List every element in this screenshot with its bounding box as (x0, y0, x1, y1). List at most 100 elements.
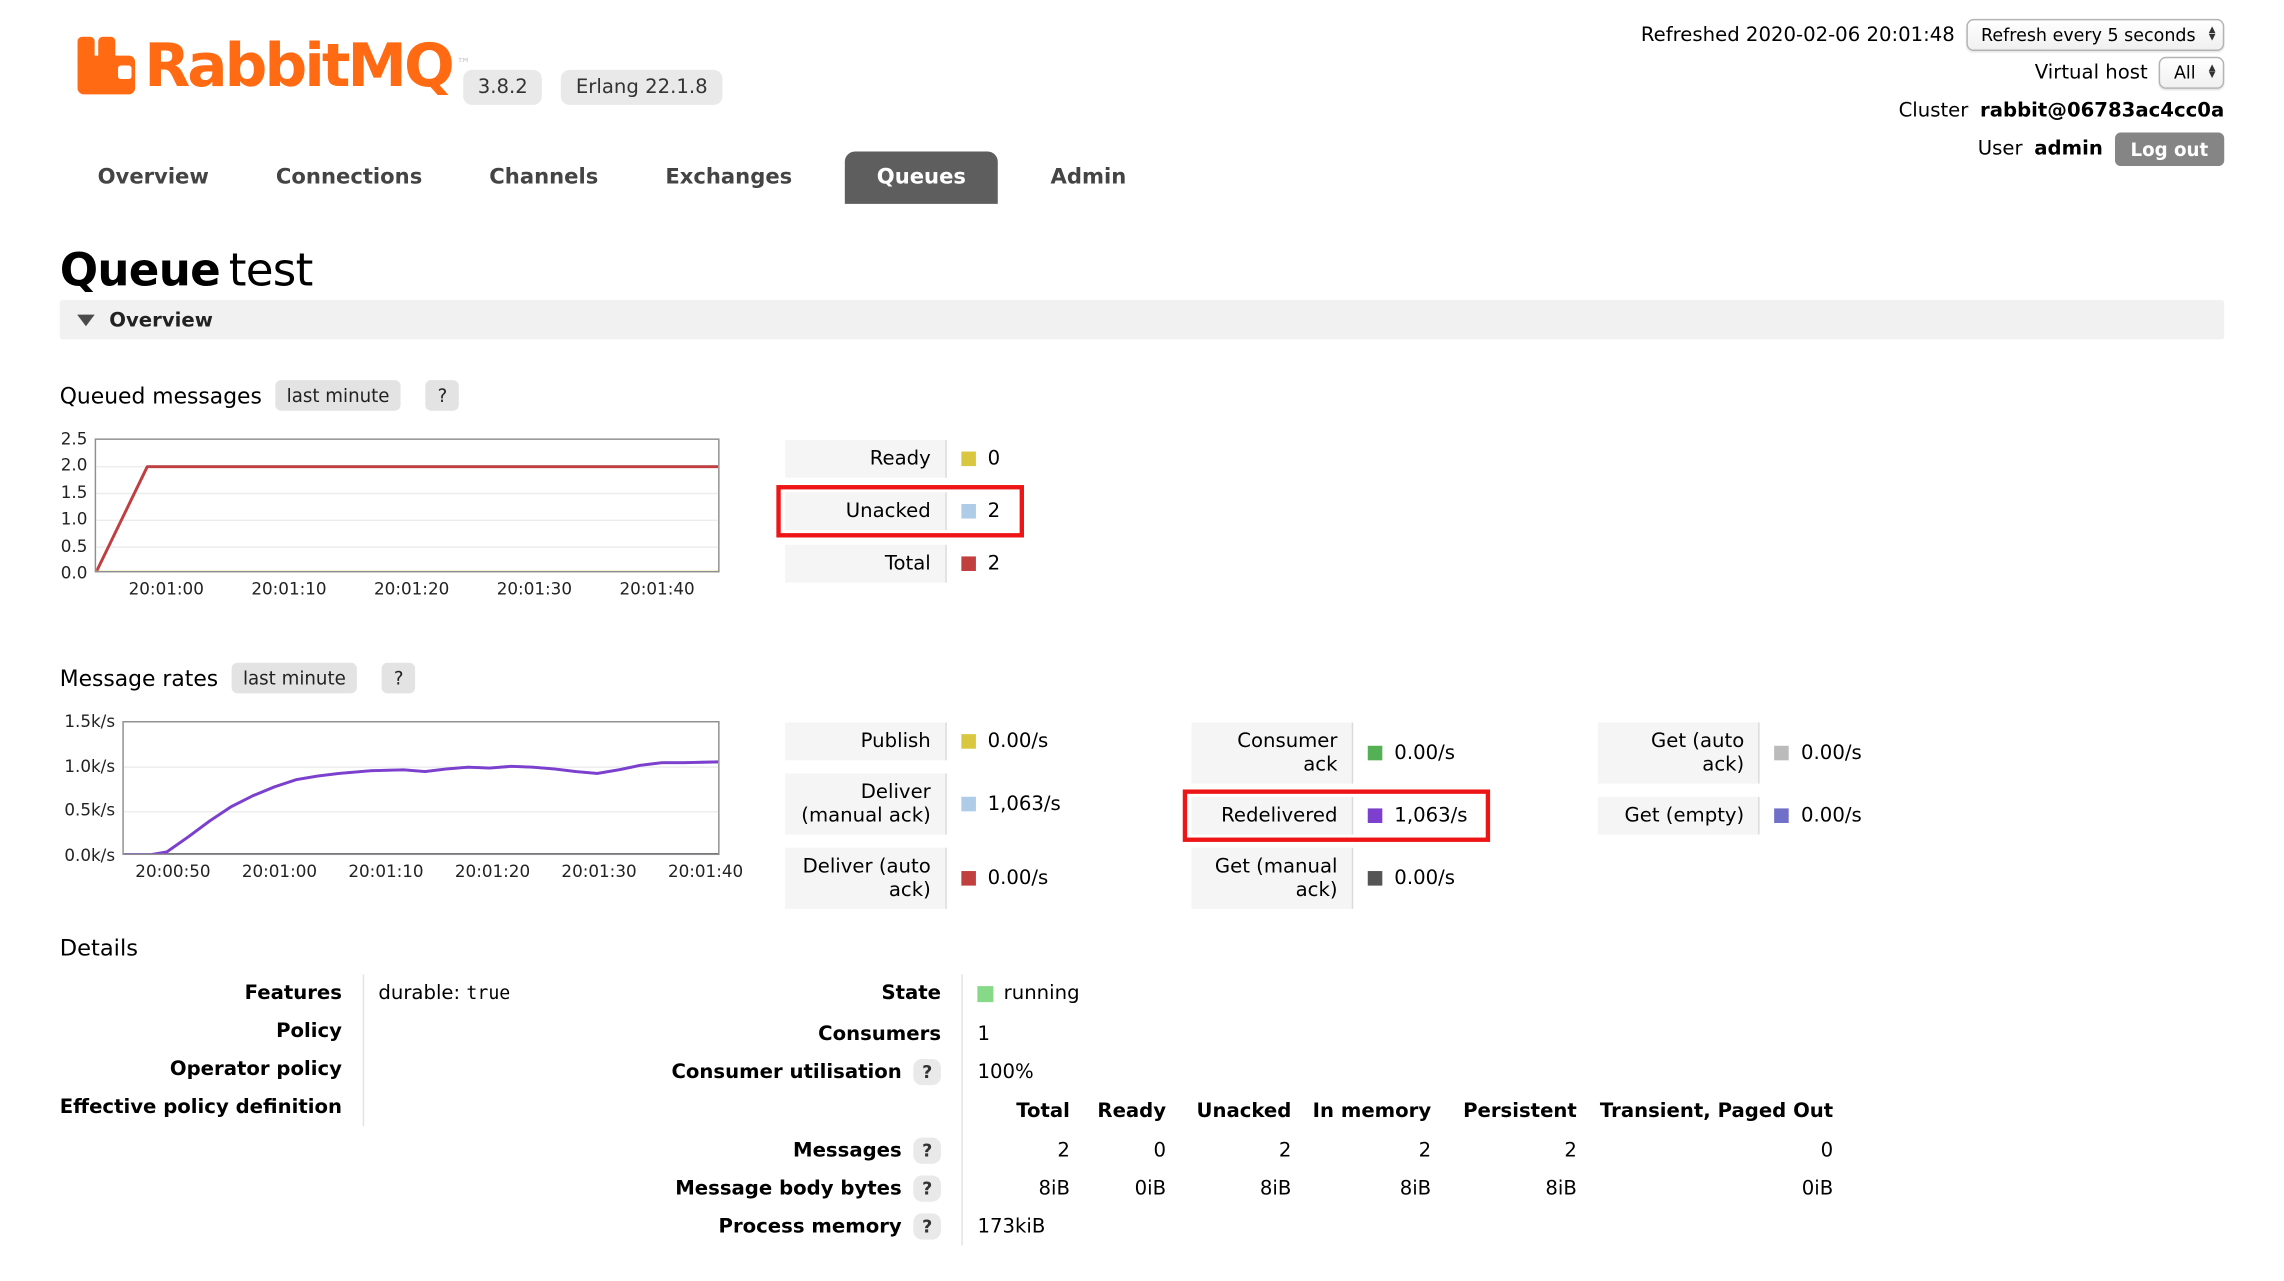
tab-exchanges[interactable]: Exchanges (651, 151, 807, 203)
page-title: Queue (60, 245, 220, 297)
queued-messages-title: Queued messages (60, 382, 262, 408)
y-tick-label: 0.0 (61, 562, 88, 582)
legend-value: 0.00/s (945, 722, 1062, 760)
fact-label: Effective policy definition (60, 1088, 363, 1126)
queued-help-icon[interactable]: ? (426, 380, 459, 411)
refresh-interval-select[interactable]: Refresh every 5 seconds ▲▼ (1966, 19, 2224, 51)
legend-row-publish: Publish0.00/s (785, 722, 1063, 760)
virtual-host-row: Virtual host All ▲▼ (2035, 57, 2224, 89)
help-icon[interactable]: ? (913, 1137, 941, 1163)
stats-row-label: Message body bytes? (671, 1169, 962, 1207)
details-title: Details (60, 935, 2225, 961)
legend-swatch-consumer-ack (1368, 746, 1383, 761)
fact-value: durable: true (363, 974, 510, 1012)
legend-swatch-ready (961, 452, 976, 467)
rates-legend-column-1: Publish0.00/sDeliver (manual ack)1,063/s… (785, 722, 1075, 908)
stats-cell: 2 (962, 1131, 1070, 1169)
stats-header-row: TotalReadyUnackedIn memoryPersistentTran… (671, 1090, 1833, 1131)
fact-value-mono: true (466, 982, 510, 1004)
legend-number: 0.00/s (1801, 741, 1862, 764)
x-axis-labels: 20:01:0020:01:1020:01:2020:01:3020:01:40 (95, 578, 720, 604)
queued-messages-block: 0.00.51.01.52.02.5 20:01:0020:01:1020:01… (60, 438, 2225, 604)
refresh-interval-value: Refresh every 5 seconds (1981, 25, 2196, 45)
legend-number: 0.00/s (988, 730, 1049, 753)
legend-number: 0.00/s (1801, 804, 1862, 827)
stats-col-header-total: Total (962, 1090, 1070, 1131)
version-badge: 3.8.2 (463, 70, 542, 105)
rabbitmq-logo[interactable]: RabbitMQ ™ (76, 32, 471, 106)
logout-button[interactable]: Log out (2115, 132, 2225, 166)
legend-number: 2 (988, 500, 1001, 523)
series-deliver-manual-ack (124, 762, 720, 855)
cluster-name: rabbit@06783ac4cc0a (1980, 99, 2224, 122)
stats-cell: 8iB (1291, 1169, 1431, 1207)
page-heading: Queuetest (60, 245, 2225, 297)
fact-label: Policy (60, 1012, 363, 1050)
legend-value: 1,063/s (945, 773, 1075, 834)
overview-section-toggle[interactable]: Overview (60, 300, 2225, 339)
cluster-row: Cluster rabbit@06783ac4cc0a (1899, 95, 2225, 127)
header: RabbitMQ ™ 3.8.2 Erlang 22.1.8 Refreshed… (0, 0, 2284, 146)
stats-cell: 2 (1431, 1131, 1577, 1169)
refresh-row: Refreshed 2020-02-06 20:01:48 Refresh ev… (1641, 19, 2224, 51)
tab-admin[interactable]: Admin (1036, 151, 1141, 203)
legend-value: 0 (945, 440, 1014, 478)
fact-value: running (962, 974, 1833, 1014)
details-right-column: StaterunningConsumers1Consumer utilisati… (671, 974, 1833, 1244)
queued-messages-chart: 0.00.51.01.52.02.5 20:01:0020:01:1020:01… (60, 438, 720, 604)
y-tick-label: 0.0k/s (64, 845, 115, 865)
legend-label: Consumer ack (1192, 722, 1352, 783)
legend-value: 0.00/s (1759, 797, 1876, 835)
legend-label: Deliver (auto ack) (785, 848, 945, 909)
fact-row-state: Staterunning (671, 974, 1833, 1014)
fact-row-operator-policy: Operator policy (60, 1050, 511, 1088)
tab-overview[interactable]: Overview (83, 151, 223, 203)
tab-queues[interactable]: Queues (845, 151, 998, 203)
series-unacked (96, 467, 719, 572)
legend-value: 1,063/s (1352, 797, 1482, 835)
legend-label: Unacked (785, 492, 945, 530)
y-axis-labels: 0.00.51.01.52.02.5 (60, 438, 95, 572)
x-tick-label: 20:01:10 (251, 578, 326, 598)
legend-number: 0.00/s (1394, 867, 1455, 890)
legend-swatch-total (961, 556, 976, 571)
fact-label: Consumers (671, 1015, 962, 1053)
legend-value: 2 (945, 545, 1014, 583)
queued-range-badge[interactable]: last minute (275, 380, 401, 411)
fact-label: Operator policy (60, 1050, 363, 1088)
legend-swatch-deliver-auto-ack (961, 871, 976, 886)
legend-value: 0.00/s (1759, 722, 1876, 783)
legend-number: 0.00/s (988, 867, 1049, 890)
fact-label: State (671, 974, 962, 1014)
help-icon[interactable]: ? (913, 1213, 941, 1239)
y-tick-label: 1.5 (61, 482, 88, 502)
stats-col-header-persistent: Persistent (1431, 1090, 1577, 1131)
cluster-label: Cluster (1899, 99, 1969, 122)
rates-legend-column-2: Consumer ack0.00/sRedelivered1,063/sGet … (1192, 722, 1482, 908)
help-icon[interactable]: ? (913, 1058, 941, 1084)
tab-connections[interactable]: Connections (261, 151, 437, 203)
legend-number: 1,063/s (988, 792, 1061, 815)
y-tick-label: 2.5 (61, 428, 88, 448)
help-icon[interactable]: ? (913, 1175, 941, 1201)
select-arrows-icon: ▲▼ (2209, 66, 2216, 80)
rates-help-icon[interactable]: ? (382, 663, 415, 694)
rates-range-badge[interactable]: last minute (231, 663, 357, 694)
message-rates-canvas (124, 722, 720, 855)
x-tick-label: 20:01:10 (348, 861, 423, 881)
fact-value-text: 100% (977, 1060, 1033, 1083)
stats-row-label: Messages? (671, 1131, 962, 1169)
stats-cell-span: 173kiB (962, 1207, 1833, 1245)
stats-cell: 0iB (1577, 1169, 1833, 1207)
fact-row-effective-policy-definition: Effective policy definition (60, 1088, 511, 1126)
version-badges: 3.8.2 Erlang 22.1.8 (463, 70, 722, 105)
virtual-host-select[interactable]: All ▲▼ (2159, 57, 2224, 89)
tab-channels[interactable]: Channels (475, 151, 613, 203)
legend-label: Ready (785, 440, 945, 478)
fact-value: 100% (962, 1052, 1833, 1090)
y-tick-label: 1.5k/s (64, 711, 115, 731)
overview-section-label: Overview (109, 308, 213, 331)
rabbitmq-logo-icon (76, 32, 137, 99)
state-indicator-swatch (977, 985, 993, 1001)
legend-row-get-manual-ack: Get (manual ack)0.00/s (1192, 848, 1470, 909)
